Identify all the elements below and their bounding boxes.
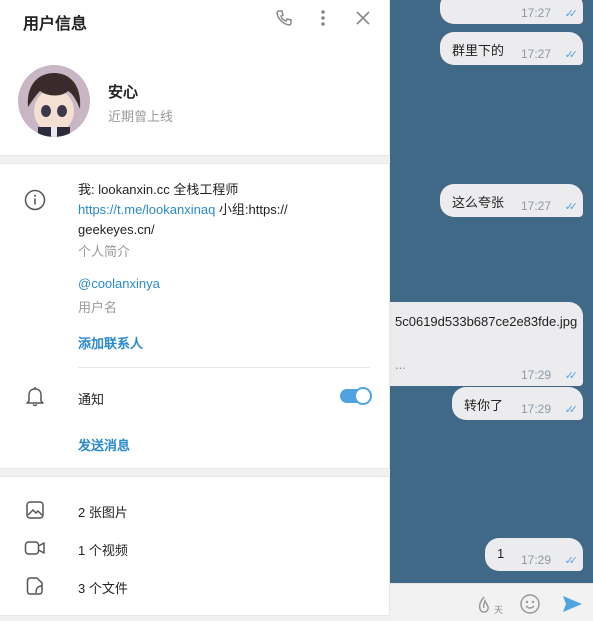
bell-icon <box>24 385 46 407</box>
image-icon <box>24 499 46 521</box>
section-divider <box>0 615 390 621</box>
message-text: 转你了 <box>464 398 504 413</box>
row-separator <box>78 367 370 368</box>
message-text: 1 <box>497 546 505 561</box>
read-ticks-icon: ✓✓ <box>564 555 579 567</box>
section-divider <box>0 468 390 477</box>
read-ticks-icon: ✓✓ <box>564 201 579 213</box>
section-divider <box>0 155 390 164</box>
bio-label: 个人简介 <box>78 244 131 259</box>
avatar[interactable] <box>18 65 90 137</box>
username-label: 用户名 <box>78 300 118 315</box>
message-bubble[interactable]: 1 17:29 ✓✓ <box>485 538 583 571</box>
close-icon <box>355 10 371 31</box>
media-label: 1 个视频 <box>78 543 128 558</box>
info-icon <box>24 189 46 211</box>
add-contact-button[interactable]: 添加联系人 <box>78 333 143 352</box>
video-icon <box>24 537 46 559</box>
user-status: 近期曾上线 <box>108 109 174 124</box>
message-bubble[interactable]: 5c0619d533b687ce2e83fde.jpg ... 17:29 ✓✓ <box>390 302 583 386</box>
bio-line-1: 我: lookanxin.cc 全栈工程师 <box>78 182 239 197</box>
message-bubble[interactable]: 这么夸张 17:27 ✓✓ <box>440 184 583 217</box>
schedule-badge: 天 <box>494 605 504 615</box>
message-bubble[interactable]: 17:27 ✓✓ <box>440 0 583 24</box>
schedule-icon[interactable] <box>474 594 496 616</box>
message-text: 群里下的 <box>452 43 505 58</box>
message-composer[interactable]: 天 <box>390 583 593 621</box>
message-text: 这么夸张 <box>452 195 505 210</box>
panel-header: 用户信息 <box>0 0 390 40</box>
notifications-label: 通知 <box>78 392 105 407</box>
file-subtext: ... <box>395 357 406 372</box>
file-icon <box>24 575 46 597</box>
read-ticks-icon: ✓✓ <box>564 404 579 416</box>
more-button[interactable] <box>312 9 334 31</box>
message-bubble[interactable]: 转你了 17:29 ✓✓ <box>452 387 583 420</box>
message-time: 17:29 <box>520 553 551 567</box>
username-link[interactable]: @coolanxinya <box>78 276 160 291</box>
bio-line-2: https://t.me/lookanxinaq 小组:https:// <box>78 200 318 220</box>
read-ticks-icon: ✓✓ <box>564 370 579 382</box>
close-button[interactable] <box>352 9 374 31</box>
message-time: 17:27 <box>520 47 551 61</box>
media-label: 2 张图片 <box>78 505 128 520</box>
message-time: 17:29 <box>520 402 551 416</box>
call-button[interactable] <box>273 9 295 31</box>
phone-icon <box>275 9 293 32</box>
notifications-toggle[interactable] <box>340 387 372 405</box>
send-message-button[interactable]: 发送消息 <box>78 435 130 454</box>
message-time: 17:27 <box>520 199 551 213</box>
media-label: 3 个文件 <box>78 581 128 596</box>
message-bubble[interactable]: 群里下的 17:27 ✓✓ <box>440 32 583 65</box>
user-info-panel: 用户信息 安心 近期曾上线 我: lookanxin.cc 全栈工程师 http… <box>0 0 390 621</box>
toggle-knob <box>354 387 372 405</box>
user-name: 安心 <box>108 84 139 101</box>
message-time: 17:29 <box>520 368 551 382</box>
bio-text: 我: lookanxin.cc 全栈工程师 https://t.me/looka… <box>78 180 318 240</box>
panel-title: 用户信息 <box>23 16 88 33</box>
bio-line-3: geekeyes.cn/ <box>78 222 155 237</box>
read-ticks-icon: ✓✓ <box>564 49 579 61</box>
file-name: 5c0619d533b687ce2e83fde.jpg <box>395 314 578 329</box>
bio-suffix: 小组:https:// <box>215 202 288 217</box>
more-vertical-icon <box>320 9 326 32</box>
read-ticks-icon: ✓✓ <box>564 8 579 20</box>
emoji-icon[interactable] <box>519 593 541 615</box>
bio-link[interactable]: https://t.me/lookanxinaq <box>78 202 215 217</box>
send-icon[interactable] <box>561 593 583 615</box>
message-time: 17:27 <box>520 6 551 20</box>
chat-background: 17:27 ✓✓ 群里下的 17:27 ✓✓ 这么夸张 17:27 ✓✓ 5c0… <box>390 0 593 621</box>
